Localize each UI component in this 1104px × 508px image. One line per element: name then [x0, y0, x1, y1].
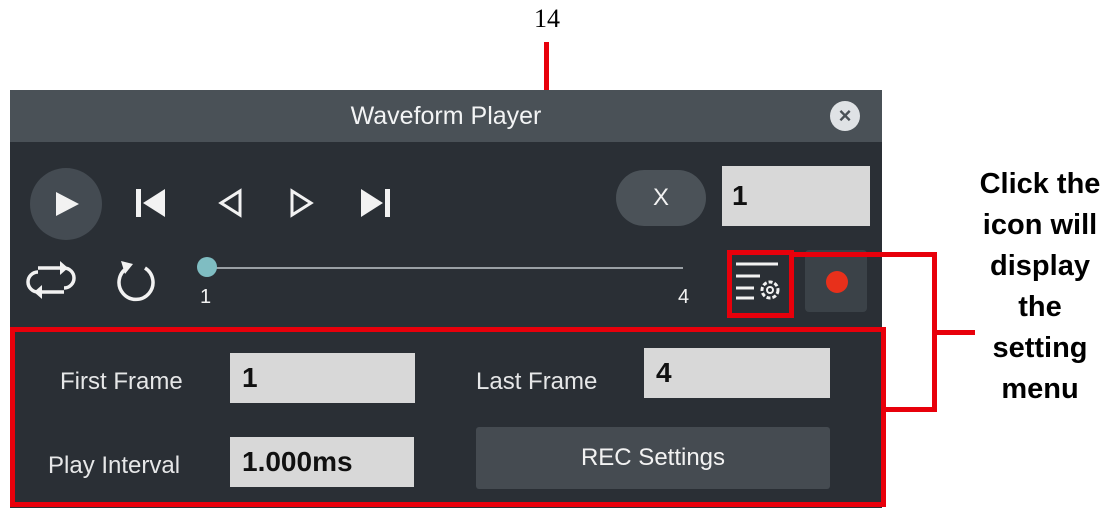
title-bar[interactable]: Waveform Player × [10, 90, 882, 142]
slider-max-label: 4 [678, 286, 690, 308]
slider-min-label: 1 [200, 286, 212, 308]
record-icon [826, 271, 848, 293]
speed-multiplier-button[interactable]: X [616, 170, 706, 226]
settings-icon-highlight [727, 250, 794, 318]
frame-slider-track[interactable] [208, 267, 683, 269]
skip-to-end-icon[interactable] [358, 186, 392, 220]
play-icon [56, 192, 79, 216]
window-title: Waveform Player [350, 102, 542, 130]
skip-to-start-icon[interactable] [134, 186, 168, 220]
loop-icon[interactable] [26, 260, 76, 300]
step-forward-icon[interactable] [286, 188, 316, 218]
close-button[interactable]: × [830, 101, 860, 131]
record-button[interactable] [805, 250, 867, 312]
callout-number: 14 [534, 4, 560, 33]
close-icon: × [838, 103, 852, 128]
replay-icon[interactable] [114, 256, 158, 302]
step-back-icon[interactable] [216, 188, 246, 218]
settings-panel-highlight [10, 327, 886, 507]
play-button[interactable] [30, 168, 102, 240]
bracket-top-line [790, 252, 936, 257]
instruction-note: Click the icon will display the setting … [979, 168, 1101, 405]
bracket-pointer-line [935, 330, 975, 335]
speed-multiplier-input[interactable]: 1 [722, 166, 870, 226]
frame-slider-thumb[interactable] [197, 257, 217, 277]
bracket-bottom-line [885, 407, 937, 412]
